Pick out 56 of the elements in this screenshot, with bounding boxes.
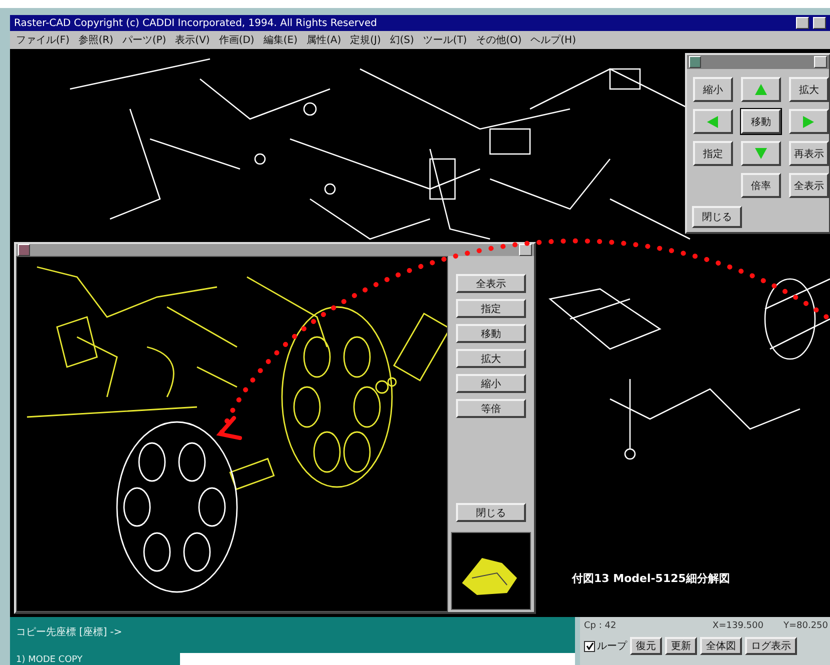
window-title: Raster-CAD Copyright (c) CADDI Incorporated, 1994. All Rights Reserved [14, 18, 378, 28]
menu-item[interactable]: 幻(S) [390, 33, 414, 47]
window-icon [18, 244, 30, 256]
menu-item[interactable]: 編集(E) [263, 33, 298, 47]
status-button[interactable]: ログ表示 [745, 637, 797, 655]
triangle-right-icon [803, 116, 815, 128]
close-button[interactable] [814, 56, 827, 68]
arrow-button[interactable] [741, 141, 781, 166]
menu-item[interactable]: ツール(T) [423, 33, 467, 47]
minimize-button[interactable] [796, 17, 809, 29]
triangle-left-icon [707, 116, 719, 128]
command-input[interactable] [180, 653, 575, 665]
menu-item[interactable]: 属性(A) [306, 33, 342, 47]
status-button[interactable]: 復元 [630, 637, 662, 655]
view-button[interactable]: 全表示 [456, 274, 526, 293]
menu-item[interactable]: 参照(R) [78, 33, 114, 47]
menu-item[interactable]: 表示(V) [175, 33, 210, 47]
menu-item[interactable]: その他(O) [476, 33, 522, 47]
menu-item[interactable]: ヘルプ(H) [530, 33, 576, 47]
view-button[interactable]: 拡大 [456, 349, 526, 368]
triangle-down-icon [755, 148, 767, 160]
check-icon [586, 642, 594, 650]
arrow-button[interactable] [693, 109, 733, 134]
nav-button[interactable]: 全表示 [789, 173, 829, 198]
maximize-button[interactable] [813, 17, 826, 29]
nav-button[interactable]: 移動 [741, 109, 781, 134]
triangle-up-icon [755, 84, 767, 96]
status-button[interactable]: 更新 [665, 637, 697, 655]
close-button[interactable]: 閉じる [692, 206, 742, 228]
view-button[interactable]: 縮小 [456, 374, 526, 393]
status-button[interactable]: 全体図 [700, 637, 742, 655]
nav-button[interactable]: 縮小 [693, 77, 733, 102]
count-text: Cp : 42 [584, 621, 616, 631]
view-button[interactable]: 指定 [456, 299, 526, 318]
checkbox-box[interactable] [584, 640, 595, 652]
menu-item[interactable]: 作画(D) [218, 33, 254, 47]
command-prompt: コピー先座標 [座標] -> [16, 626, 124, 639]
window-icon [689, 56, 701, 68]
arrow-button[interactable] [741, 77, 781, 102]
close-button[interactable]: 閉じる [456, 503, 526, 522]
nav-button[interactable]: 指定 [693, 141, 733, 166]
menu-item[interactable]: ファイル(F) [16, 33, 70, 47]
view-button[interactable]: 等倍 [456, 399, 526, 418]
drawing-caption: 付図13 Model-5125細分解図 [572, 571, 730, 586]
loop-checkbox[interactable]: ループ [584, 639, 627, 653]
y-coordinate: Y=80.250 [783, 621, 828, 631]
x-coordinate: X=139.500 [712, 621, 764, 631]
view-button[interactable]: 移動 [456, 324, 526, 343]
nav-button[interactable]: 再表示 [789, 141, 829, 166]
menu-item[interactable]: 定規(J) [350, 33, 381, 47]
menu-item[interactable]: パーツ(P) [122, 33, 166, 47]
arrow-button[interactable] [789, 109, 829, 134]
nav-button[interactable]: 拡大 [789, 77, 829, 102]
nav-button[interactable]: 倍率 [741, 173, 781, 198]
mode-text: 1) MODE COPY [16, 655, 84, 665]
close-button[interactable] [519, 244, 532, 256]
